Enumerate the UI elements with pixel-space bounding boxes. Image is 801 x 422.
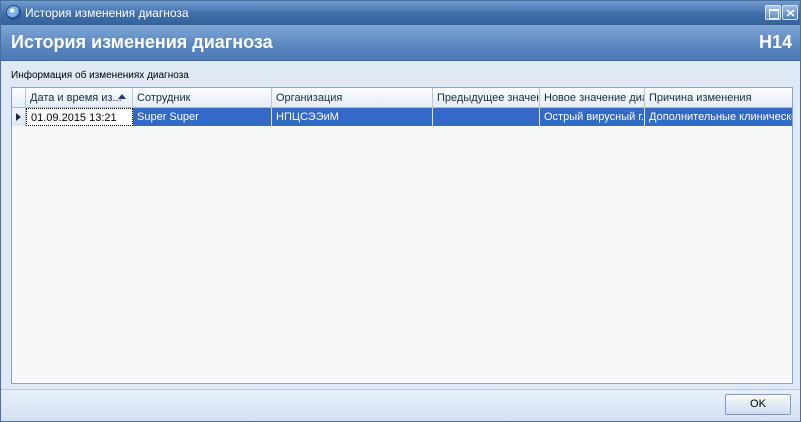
window-title: История изменения диагноза bbox=[25, 6, 189, 20]
title-bar[interactable]: История изменения диагноза bbox=[1, 1, 800, 25]
table-header: Дата и время из... Сотрудник Организация… bbox=[12, 88, 792, 108]
sort-ascending-icon bbox=[118, 94, 126, 99]
cell-employee[interactable]: Super Super bbox=[133, 108, 272, 126]
column-header-label: Дата и время из... bbox=[30, 92, 122, 104]
app-logo-icon bbox=[6, 5, 21, 20]
row-indicator-header bbox=[12, 88, 26, 108]
diagnosis-history-table[interactable]: Дата и время из... Сотрудник Организация… bbox=[11, 87, 793, 384]
column-header-new-value[interactable]: Новое значение диа... bbox=[540, 88, 645, 108]
current-row-indicator-icon bbox=[12, 108, 26, 126]
cell-previous-value[interactable] bbox=[433, 108, 540, 126]
cell-datetime[interactable]: 01.09.2015 13:21 bbox=[26, 108, 133, 126]
ok-button[interactable]: OK bbox=[725, 394, 791, 415]
cell-organization[interactable]: НПЦСЭЭиМ bbox=[272, 108, 433, 126]
close-icon[interactable] bbox=[782, 5, 798, 20]
column-header-employee[interactable]: Сотрудник bbox=[133, 88, 272, 108]
table-row[interactable]: 01.09.2015 13:21 Super Super НПЦСЭЭиМ Ос… bbox=[12, 108, 792, 126]
page-title: История изменения диагноза bbox=[11, 32, 273, 52]
maximize-icon[interactable] bbox=[765, 5, 781, 20]
section-label: Информация об изменениях диагноза bbox=[11, 70, 189, 81]
form-header: История изменения диагноза H14 bbox=[1, 25, 800, 61]
dialog-footer: OK bbox=[1, 389, 800, 421]
dialog-window: История изменения диагноза История измен… bbox=[0, 0, 801, 422]
form-code: H14 bbox=[758, 32, 792, 52]
cell-reason[interactable]: Дополнительные клиническо... bbox=[645, 108, 792, 126]
column-header-previous-value[interactable]: Предыдущее значен... bbox=[433, 88, 540, 108]
column-header-reason[interactable]: Причина изменения bbox=[645, 88, 792, 108]
column-header-datetime[interactable]: Дата и время из... bbox=[26, 88, 133, 108]
column-header-organization[interactable]: Организация bbox=[272, 88, 433, 108]
cell-new-value[interactable]: Острый вирусный г... bbox=[540, 108, 645, 126]
